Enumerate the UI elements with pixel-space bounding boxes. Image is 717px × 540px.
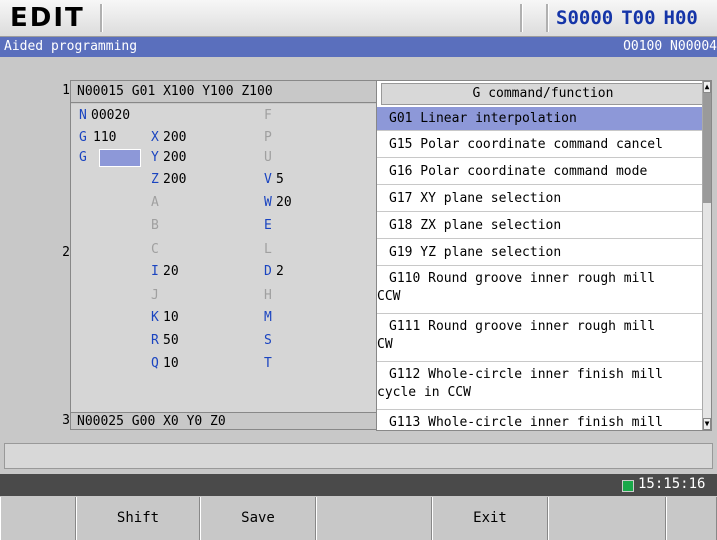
q-value[interactable]: 10 [163,356,179,371]
g-command-item[interactable]: G16 Polar coordinate command mode [377,158,705,185]
i-value[interactable]: 20 [163,264,179,279]
line-number: 2 [62,245,70,260]
v-value[interactable]: 5 [276,172,284,187]
t-label: T [264,356,272,371]
line-number: 1 [62,83,70,98]
header-divider [546,4,549,32]
softkey-bar: Shift Save Exit [0,497,717,540]
k-value[interactable]: 10 [163,310,179,325]
program-line[interactable]: N00015 G01 X100 Y100 Z100 [71,81,377,103]
g2-label: G [79,150,87,165]
w-label: W [264,195,272,210]
page-title: Aided programming [4,39,138,54]
q-label: Q [151,356,159,371]
b-label: B [151,218,159,233]
g-command-item-line: G111 Round groove inner rough mill [389,319,656,334]
softkey-7[interactable] [666,497,717,540]
scroll-down-icon[interactable]: ▼ [703,418,711,430]
list-scrollbar[interactable] [702,81,711,430]
g-command-item[interactable]: G110 Round groove inner rough mill CCW [377,266,705,314]
g-command-item[interactable]: G113 Whole-circle inner finish mill [377,414,705,430]
z-value[interactable]: 200 [163,172,186,187]
line-number-column: 1 2 3 [12,80,70,428]
d-label: D [264,264,272,279]
g-command-item[interactable]: G15 Polar coordinate command cancel [377,131,705,158]
e-label: E [264,218,272,233]
p-label: P [264,130,272,145]
n-value[interactable]: 00020 [91,108,130,123]
softkey-4[interactable] [316,497,432,540]
g-input-field[interactable] [99,149,141,167]
c-label: C [151,242,159,257]
f-label: F [264,108,272,123]
i-label: I [151,264,159,279]
g-command-item-line: cycle in CCW [377,385,471,400]
y-value[interactable]: 200 [163,150,186,165]
mode-indicator: EDIT [10,3,85,33]
header-bar: EDIT S0000 T00 H00 [0,0,717,37]
softkey-1[interactable] [0,497,76,540]
tool-offset: H00 [663,7,698,29]
softkey-shift[interactable]: Shift [76,497,200,540]
header-divider [100,4,103,32]
g-label: G [79,130,87,145]
r-label: R [151,333,159,348]
main-panel: 1 2 3 N00015 G01 X100 Y100 Z100 N 00020 … [4,60,713,438]
g-command-item[interactable]: G17 XY plane selection [377,185,705,212]
header-divider [520,4,523,32]
h-label: H [264,288,272,303]
softkey-6[interactable] [548,497,666,540]
spindle-tool-status: S0000 T00 H00 [556,7,706,29]
g-command-item-line: G110 Round groove inner rough mill [389,271,656,286]
g-command-item-line: G112 Whole-circle inner finish mill [389,367,663,382]
n-label: N [79,108,87,123]
j-label: J [151,288,159,303]
g-command-item[interactable]: G111 Round groove inner rough mill CW [377,314,705,362]
line-number: 3 [62,413,70,428]
g-command-item-line: CW [377,337,393,352]
program-editor[interactable]: N00015 G01 X100 Y100 Z100 N 00020 G 110 … [70,80,378,430]
title-bar: Aided programming O0100 N00004 [0,37,717,57]
u-label: U [264,150,272,165]
x-value[interactable]: 200 [163,130,186,145]
g-command-list-header: G command/function [381,83,705,105]
g-command-item[interactable]: G19 YZ plane selection [377,239,705,266]
g-command-item[interactable]: G18 ZX plane selection [377,212,705,239]
program-info: O0100 N00004 [623,39,717,54]
s-label: S [264,333,272,348]
g-value[interactable]: 110 [93,130,116,145]
clock: 15:15:16 [638,476,706,492]
g-command-item[interactable]: G112 Whole-circle inner finish mill cycl… [377,362,705,410]
r-value[interactable]: 50 [163,333,179,348]
y-label: Y [151,150,159,165]
tool-number: T00 [621,7,656,29]
softkey-exit[interactable]: Exit [432,497,548,540]
message-bar [4,443,713,469]
m-label: M [264,310,272,325]
g-command-item-line: CCW [377,289,401,304]
status-bar: 15:15:16 [0,474,717,496]
g-command-item[interactable]: G01 Linear interpolation [377,107,705,131]
v-label: V [264,172,272,187]
d-value[interactable]: 2 [276,264,284,279]
a-label: A [151,195,159,210]
aided-input-form: N 00020 G 110 G X 200 Y 200 Z 200 A B C … [71,104,377,412]
x-label: X [151,130,159,145]
g-command-list[interactable]: G command/function G01 Linear interpolat… [376,80,712,431]
w-value[interactable]: 20 [276,195,292,210]
z-label: Z [151,172,159,187]
scroll-up-icon[interactable]: ▲ [703,81,711,93]
l-label: L [264,242,272,257]
k-label: K [151,310,159,325]
program-line[interactable]: N00025 G00 X0 Y0 Z0 [71,412,377,430]
spindle-speed: S0000 [556,7,614,29]
connection-icon [622,480,634,492]
scrollbar-thumb[interactable] [703,93,711,203]
softkey-save[interactable]: Save [200,497,316,540]
